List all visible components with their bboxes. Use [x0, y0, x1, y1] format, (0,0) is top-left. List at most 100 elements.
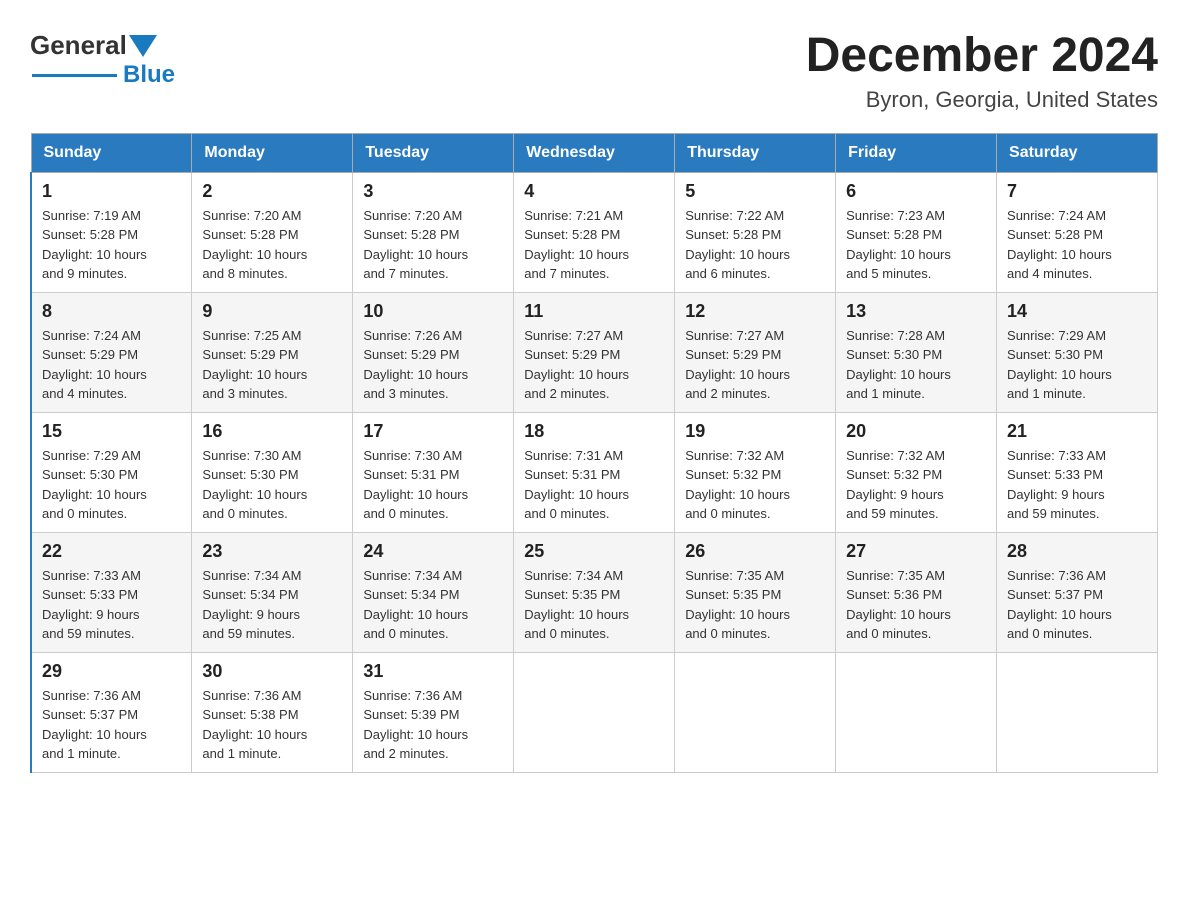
- logo-general-text: General: [30, 30, 127, 61]
- day-info: Sunrise: 7:36 AMSunset: 5:37 PMDaylight:…: [42, 686, 181, 764]
- calendar-day-header: Wednesday: [514, 133, 675, 172]
- calendar-day-cell: 15Sunrise: 7:29 AMSunset: 5:30 PMDayligh…: [31, 412, 192, 532]
- day-number: 17: [363, 421, 503, 442]
- calendar-header-row: SundayMondayTuesdayWednesdayThursdayFrid…: [31, 133, 1158, 172]
- day-number: 12: [685, 301, 825, 322]
- day-info: Sunrise: 7:35 AMSunset: 5:36 PMDaylight:…: [846, 566, 986, 644]
- day-info: Sunrise: 7:24 AMSunset: 5:29 PMDaylight:…: [42, 326, 181, 404]
- day-number: 22: [42, 541, 181, 562]
- day-info: Sunrise: 7:32 AMSunset: 5:32 PMDaylight:…: [685, 446, 825, 524]
- calendar-day-cell: 1 Sunrise: 7:19 AMSunset: 5:28 PMDaylight…: [31, 172, 192, 292]
- day-info: Sunrise: 7:33 AMSunset: 5:33 PMDaylight:…: [42, 566, 181, 644]
- day-info: Sunrise: 7:23 AMSunset: 5:28 PMDaylight:…: [846, 206, 986, 284]
- day-number: 26: [685, 541, 825, 562]
- calendar-day-cell: 22 Sunrise: 7:33 AMSunset: 5:33 PMDayligh…: [31, 532, 192, 652]
- day-info: Sunrise: 7:30 AMSunset: 5:31 PMDaylight:…: [363, 446, 503, 524]
- day-number: 3: [363, 181, 503, 202]
- day-info: Sunrise: 7:30 AMSunset: 5:30 PMDaylight:…: [202, 446, 342, 524]
- day-number: 29: [42, 661, 181, 682]
- day-info: Sunrise: 7:36 AMSunset: 5:38 PMDaylight:…: [202, 686, 342, 764]
- day-number: 18: [524, 421, 664, 442]
- day-number: 24: [363, 541, 503, 562]
- day-info: Sunrise: 7:27 AMSunset: 5:29 PMDaylight:…: [685, 326, 825, 404]
- day-number: 23: [202, 541, 342, 562]
- calendar-table: SundayMondayTuesdayWednesdayThursdayFrid…: [30, 133, 1158, 773]
- calendar-day-cell: 18Sunrise: 7:31 AMSunset: 5:31 PMDayligh…: [514, 412, 675, 532]
- day-info: Sunrise: 7:34 AMSunset: 5:35 PMDaylight:…: [524, 566, 664, 644]
- calendar-day-cell: 26 Sunrise: 7:35 AMSunset: 5:35 PMDayligh…: [675, 532, 836, 652]
- day-info: Sunrise: 7:33 AMSunset: 5:33 PMDaylight:…: [1007, 446, 1147, 524]
- day-number: 21: [1007, 421, 1147, 442]
- page-header: General Blue December 2024 Byron, Georgi…: [30, 30, 1158, 113]
- day-number: 20: [846, 421, 986, 442]
- calendar-day-cell: 14Sunrise: 7:29 AMSunset: 5:30 PMDayligh…: [997, 292, 1158, 412]
- day-number: 8: [42, 301, 181, 322]
- day-number: 7: [1007, 181, 1147, 202]
- calendar-day-cell: 2 Sunrise: 7:20 AMSunset: 5:28 PMDaylight…: [192, 172, 353, 292]
- calendar-day-cell: 7 Sunrise: 7:24 AMSunset: 5:28 PMDaylight…: [997, 172, 1158, 292]
- day-number: 1: [42, 181, 181, 202]
- calendar-day-cell: 24 Sunrise: 7:34 AMSunset: 5:34 PMDayligh…: [353, 532, 514, 652]
- calendar-day-cell: 16 Sunrise: 7:30 AMSunset: 5:30 PMDayligh…: [192, 412, 353, 532]
- day-info: Sunrise: 7:28 AMSunset: 5:30 PMDaylight:…: [846, 326, 986, 404]
- day-info: Sunrise: 7:34 AMSunset: 5:34 PMDaylight:…: [363, 566, 503, 644]
- day-info: Sunrise: 7:27 AMSunset: 5:29 PMDaylight:…: [524, 326, 664, 404]
- day-number: 28: [1007, 541, 1147, 562]
- calendar-day-cell: 11Sunrise: 7:27 AMSunset: 5:29 PMDayligh…: [514, 292, 675, 412]
- calendar-day-cell: 4 Sunrise: 7:21 AMSunset: 5:28 PMDaylight…: [514, 172, 675, 292]
- calendar-day-header: Thursday: [675, 133, 836, 172]
- calendar-day-cell: 25 Sunrise: 7:34 AMSunset: 5:35 PMDayligh…: [514, 532, 675, 652]
- day-info: Sunrise: 7:24 AMSunset: 5:28 PMDaylight:…: [1007, 206, 1147, 284]
- logo-line: [32, 74, 117, 77]
- day-number: 25: [524, 541, 664, 562]
- calendar-day-cell: 6 Sunrise: 7:23 AMSunset: 5:28 PMDaylight…: [836, 172, 997, 292]
- calendar-day-cell: 23Sunrise: 7:34 AMSunset: 5:34 PMDayligh…: [192, 532, 353, 652]
- calendar-day-cell: [836, 652, 997, 772]
- day-number: 6: [846, 181, 986, 202]
- calendar-week-row: 1 Sunrise: 7:19 AMSunset: 5:28 PMDaylight…: [31, 172, 1158, 292]
- title-block: December 2024 Byron, Georgia, United Sta…: [806, 30, 1158, 113]
- calendar-day-header: Tuesday: [353, 133, 514, 172]
- calendar-day-header: Monday: [192, 133, 353, 172]
- calendar-day-cell: 21 Sunrise: 7:33 AMSunset: 5:33 PMDayligh…: [997, 412, 1158, 532]
- day-info: Sunrise: 7:20 AMSunset: 5:28 PMDaylight:…: [363, 206, 503, 284]
- day-number: 15: [42, 421, 181, 442]
- day-number: 10: [363, 301, 503, 322]
- day-info: Sunrise: 7:32 AMSunset: 5:32 PMDaylight:…: [846, 446, 986, 524]
- calendar-day-cell: 30Sunrise: 7:36 AMSunset: 5:38 PMDayligh…: [192, 652, 353, 772]
- calendar-day-cell: 5 Sunrise: 7:22 AMSunset: 5:28 PMDaylight…: [675, 172, 836, 292]
- calendar-day-cell: [514, 652, 675, 772]
- calendar-day-cell: 29 Sunrise: 7:36 AMSunset: 5:37 PMDayligh…: [31, 652, 192, 772]
- calendar-day-cell: 12 Sunrise: 7:27 AMSunset: 5:29 PMDayligh…: [675, 292, 836, 412]
- logo: General Blue: [30, 30, 175, 89]
- day-number: 19: [685, 421, 825, 442]
- day-info: Sunrise: 7:21 AMSunset: 5:28 PMDaylight:…: [524, 206, 664, 284]
- day-number: 2: [202, 181, 342, 202]
- day-number: 4: [524, 181, 664, 202]
- calendar-day-cell: 20 Sunrise: 7:32 AMSunset: 5:32 PMDayligh…: [836, 412, 997, 532]
- calendar-week-row: 22 Sunrise: 7:33 AMSunset: 5:33 PMDayligh…: [31, 532, 1158, 652]
- calendar-day-cell: [997, 652, 1158, 772]
- calendar-day-cell: 31Sunrise: 7:36 AMSunset: 5:39 PMDayligh…: [353, 652, 514, 772]
- day-info: Sunrise: 7:20 AMSunset: 5:28 PMDaylight:…: [202, 206, 342, 284]
- day-number: 16: [202, 421, 342, 442]
- calendar-day-cell: 28 Sunrise: 7:36 AMSunset: 5:37 PMDayligh…: [997, 532, 1158, 652]
- calendar-day-cell: 3 Sunrise: 7:20 AMSunset: 5:28 PMDaylight…: [353, 172, 514, 292]
- day-number: 5: [685, 181, 825, 202]
- day-info: Sunrise: 7:36 AMSunset: 5:39 PMDaylight:…: [363, 686, 503, 764]
- calendar-day-cell: [675, 652, 836, 772]
- day-number: 27: [846, 541, 986, 562]
- day-info: Sunrise: 7:19 AMSunset: 5:28 PMDaylight:…: [42, 206, 181, 284]
- day-number: 13: [846, 301, 986, 322]
- page-title: December 2024: [806, 30, 1158, 83]
- calendar-day-cell: 13 Sunrise: 7:28 AMSunset: 5:30 PMDayligh…: [836, 292, 997, 412]
- logo-triangle-icon: [129, 35, 157, 57]
- day-info: Sunrise: 7:36 AMSunset: 5:37 PMDaylight:…: [1007, 566, 1147, 644]
- day-info: Sunrise: 7:29 AMSunset: 5:30 PMDaylight:…: [1007, 326, 1147, 404]
- day-info: Sunrise: 7:35 AMSunset: 5:35 PMDaylight:…: [685, 566, 825, 644]
- day-info: Sunrise: 7:26 AMSunset: 5:29 PMDaylight:…: [363, 326, 503, 404]
- day-info: Sunrise: 7:22 AMSunset: 5:28 PMDaylight:…: [685, 206, 825, 284]
- calendar-day-cell: 10 Sunrise: 7:26 AMSunset: 5:29 PMDayligh…: [353, 292, 514, 412]
- calendar-day-cell: 17 Sunrise: 7:30 AMSunset: 5:31 PMDayligh…: [353, 412, 514, 532]
- calendar-week-row: 8 Sunrise: 7:24 AMSunset: 5:29 PMDaylight…: [31, 292, 1158, 412]
